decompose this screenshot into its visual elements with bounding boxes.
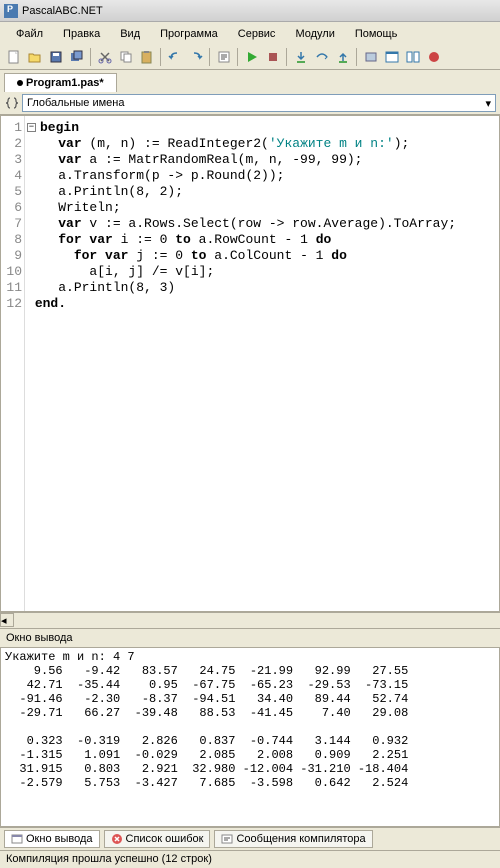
- app-icon: [4, 4, 18, 18]
- form-button[interactable]: [382, 47, 402, 67]
- run-button[interactable]: [242, 47, 262, 67]
- editor-tab[interactable]: Program1.pas*: [4, 73, 117, 92]
- menu-view[interactable]: Вид: [110, 26, 150, 42]
- breakpoint-button[interactable]: [424, 47, 444, 67]
- menu-bar: Файл Правка Вид Программа Сервис Модули …: [0, 22, 500, 44]
- paste-button[interactable]: [137, 47, 157, 67]
- code-form-button[interactable]: [403, 47, 423, 67]
- tab-output-window[interactable]: Окно вывода: [4, 830, 100, 848]
- scope-label: Глобальные имена: [27, 97, 125, 109]
- step-out-button[interactable]: [333, 47, 353, 67]
- save-button[interactable]: [46, 47, 66, 67]
- menu-file[interactable]: Файл: [6, 26, 53, 42]
- step-into-button[interactable]: [291, 47, 311, 67]
- compile-button[interactable]: [361, 47, 381, 67]
- bottom-tab-bar: Окно вывода Список ошибок Сообщения комп…: [0, 827, 500, 850]
- copy-button[interactable]: [116, 47, 136, 67]
- step-over-button[interactable]: [312, 47, 332, 67]
- app-title: PascalABC.NET: [22, 5, 103, 17]
- output-panel[interactable]: Укажите m и n: 4 7 9.56 -9.42 83.57 24.7…: [0, 647, 500, 827]
- editor-area: 123456789101112 −begin var (m, n) := Rea…: [0, 115, 500, 612]
- properties-button[interactable]: [214, 47, 234, 67]
- braces-icon[interactable]: [4, 95, 20, 111]
- menu-edit[interactable]: Правка: [53, 26, 110, 42]
- fold-minus-icon[interactable]: −: [27, 123, 36, 132]
- new-file-button[interactable]: [4, 47, 24, 67]
- tab-compiler-messages[interactable]: Сообщения компилятора: [214, 830, 372, 848]
- title-bar: PascalABC.NET: [0, 0, 500, 22]
- scope-dropdown[interactable]: Глобальные имена ▾: [22, 94, 496, 112]
- open-file-button[interactable]: [25, 47, 45, 67]
- line-gutter: 123456789101112: [1, 116, 25, 611]
- output-panel-title: Окно вывода: [0, 628, 500, 647]
- modified-dot-icon: [17, 80, 23, 86]
- chevron-down-icon: ▾: [485, 97, 491, 110]
- horizontal-scrollbar[interactable]: ◂: [0, 612, 500, 628]
- toolbar: [0, 44, 500, 70]
- editor-tab-bar: Program1.pas*: [0, 70, 500, 92]
- scrollbar-button-left[interactable]: ◂: [0, 613, 14, 627]
- scope-bar: Глобальные имена ▾: [0, 92, 500, 115]
- save-all-button[interactable]: [67, 47, 87, 67]
- stop-button[interactable]: [263, 47, 283, 67]
- status-bar: Компиляция прошла успешно (12 строк): [0, 850, 500, 868]
- undo-button[interactable]: [165, 47, 185, 67]
- code-editor[interactable]: −begin var (m, n) := ReadInteger2('Укажи…: [25, 116, 499, 611]
- menu-service[interactable]: Сервис: [228, 26, 286, 42]
- redo-button[interactable]: [186, 47, 206, 67]
- cut-button[interactable]: [95, 47, 115, 67]
- menu-help[interactable]: Помощь: [345, 26, 408, 42]
- menu-modules[interactable]: Модули: [285, 26, 344, 42]
- tab-error-list[interactable]: Список ошибок: [104, 830, 211, 848]
- menu-program[interactable]: Программа: [150, 26, 228, 42]
